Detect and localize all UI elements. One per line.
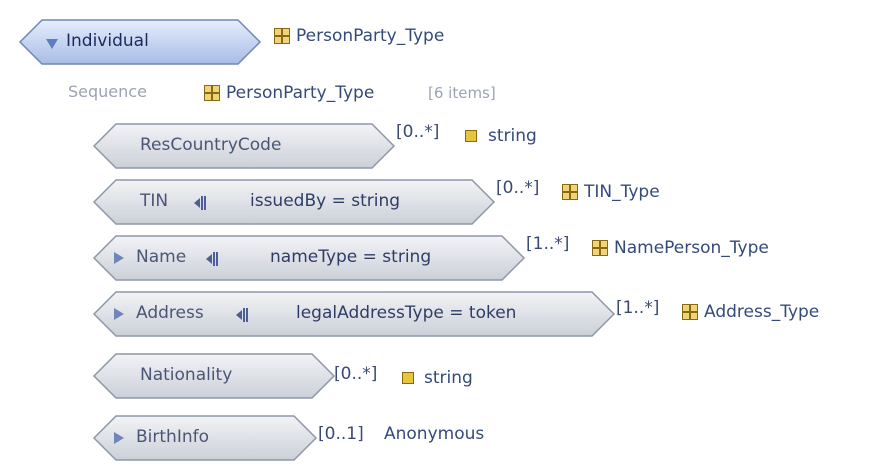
element-name: Address	[136, 303, 204, 323]
cardinality-label: [1..*]	[526, 234, 570, 254]
element-type-label: TIN_Type	[584, 182, 660, 202]
cardinality-label: [0..1]	[318, 424, 364, 444]
element-name: TIN	[140, 191, 169, 211]
expand-arrow-icon[interactable]	[114, 432, 124, 444]
complex-type-icon	[274, 28, 290, 44]
complex-type-icon	[562, 184, 578, 200]
cardinality-label: [1..*]	[616, 298, 660, 318]
attribute-icon	[206, 252, 218, 266]
element-row[interactable]: ResCountryCode	[92, 122, 396, 170]
element-type-label: string	[424, 368, 473, 388]
element-name: Name	[136, 247, 187, 267]
element-row[interactable]: BirthInfo	[92, 414, 318, 462]
complex-type-icon	[682, 304, 698, 320]
attribute-label: issuedBy = string	[250, 191, 401, 211]
root-element-label: Individual	[66, 31, 149, 51]
attribute-label: legalAddressType = token	[296, 303, 517, 323]
element-type-label: Address_Type	[704, 302, 820, 322]
element-row[interactable]: Nationality	[92, 352, 336, 400]
element-row[interactable]: TIN issuedBy = string	[92, 178, 496, 226]
cardinality-label: [0..*]	[334, 364, 378, 384]
element-type-label: Anonymous	[384, 424, 485, 444]
sequence-type-label: PersonParty_Type	[226, 83, 375, 103]
simple-type-icon	[465, 130, 477, 142]
element-row[interactable]: Name nameType = string	[92, 234, 526, 282]
element-name: ResCountryCode	[140, 135, 282, 155]
attribute-icon	[236, 308, 248, 322]
element-type-label: string	[488, 126, 537, 146]
expand-arrow-icon[interactable]	[114, 308, 124, 320]
element-row[interactable]: Address legalAddressType = token	[92, 290, 616, 338]
expand-arrow-icon[interactable]	[114, 252, 124, 264]
sequence-label: Sequence	[68, 82, 147, 101]
complex-type-icon	[592, 240, 608, 256]
root-element-individual[interactable]: Individual	[18, 18, 262, 66]
sequence-count: [6 items]	[428, 84, 496, 102]
cardinality-label: [0..*]	[496, 178, 540, 198]
root-type-label: PersonParty_Type	[296, 26, 445, 46]
attribute-icon	[194, 196, 206, 210]
cardinality-label: [0..*]	[396, 122, 440, 142]
element-name: Nationality	[140, 365, 233, 385]
complex-type-icon	[204, 85, 220, 101]
element-name: BirthInfo	[136, 427, 209, 447]
attribute-label: nameType = string	[270, 247, 432, 267]
element-type-label: NamePerson_Type	[614, 238, 769, 258]
collapse-arrow-icon[interactable]	[46, 39, 58, 49]
simple-type-icon	[402, 372, 414, 384]
